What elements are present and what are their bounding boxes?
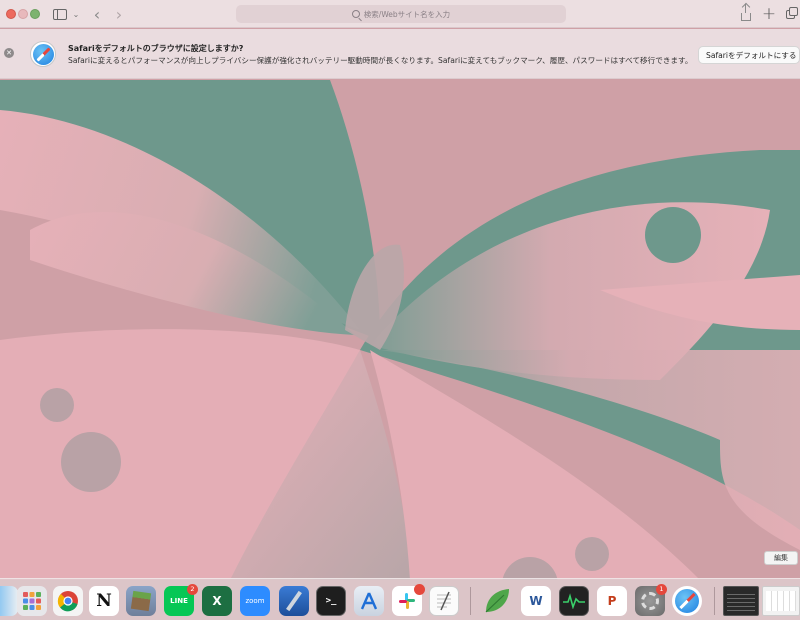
banner-title: Safariをデフォルトのブラウザに設定しますか? [68,44,244,53]
default-browser-banner: ✕ Safariをデフォルトのブラウザに設定しますか? Safariに変えるとパ… [0,29,800,79]
dock-separator [714,587,715,615]
back-button[interactable]: ‹ [90,4,104,24]
terminal-window-thumbnail[interactable] [723,586,759,616]
tab-overview-button[interactable] [785,4,799,24]
share-icon [741,4,751,21]
safari-toolbar: ⌄ ‹ › 検索/Webサイト名を入力 + [0,0,800,28]
tab-group-chevron-icon[interactable]: ⌄ [71,4,81,24]
dock: N LINE 2 X zoom >_ W P 1 [0,578,800,620]
leaf-icon[interactable] [482,586,512,616]
line-badge: 2 [187,584,198,595]
safari-dock-icon[interactable] [672,586,702,616]
minimize-window-button[interactable] [18,9,28,19]
set-default-browser-button[interactable]: Safariをデフォルトにする [698,46,800,64]
instruments-icon[interactable] [354,586,384,616]
activity-monitor-icon[interactable] [559,586,589,616]
textedit-icon[interactable] [429,586,459,616]
butterfly-wallpaper [0,80,800,580]
launchpad-icon[interactable] [17,586,47,616]
address-bar[interactable]: 検索/Webサイト名を入力 [236,5,566,23]
finder-icon[interactable] [0,586,18,616]
sidebar-toggle-button[interactable] [52,4,68,24]
close-window-button[interactable] [6,9,16,19]
sidebar-icon [53,8,67,20]
banner-description: Safariに変えるとパフォーマンスが向上しプライバシー保護が強化されバッテリー… [68,56,693,65]
forward-button[interactable]: › [112,4,126,24]
word-icon[interactable]: W [521,586,551,616]
excel-window-thumbnail[interactable] [762,586,800,616]
zoom-window-button[interactable] [30,9,40,19]
terminal-icon[interactable]: >_ [316,586,346,616]
zoom-icon[interactable]: zoom [240,586,270,616]
xcode-icon[interactable] [279,586,309,616]
share-button[interactable] [739,4,753,24]
settings-badge: 1 [656,584,667,595]
new-tab-button[interactable]: + [762,4,776,24]
banner-close-button[interactable]: ✕ [4,48,14,58]
chrome-icon[interactable] [53,586,83,616]
powerpoint-icon[interactable]: P [597,586,627,616]
minecraft-icon[interactable] [126,586,156,616]
slack-badge [414,584,425,595]
dock-separator [470,587,471,615]
excel-icon[interactable]: X [202,586,232,616]
edit-widgets-button[interactable]: 編集 [764,551,798,565]
safari-icon [30,41,56,67]
address-placeholder: 検索/Webサイト名を入力 [363,9,451,19]
search-icon [351,10,360,18]
notion-icon[interactable]: N [89,586,119,616]
